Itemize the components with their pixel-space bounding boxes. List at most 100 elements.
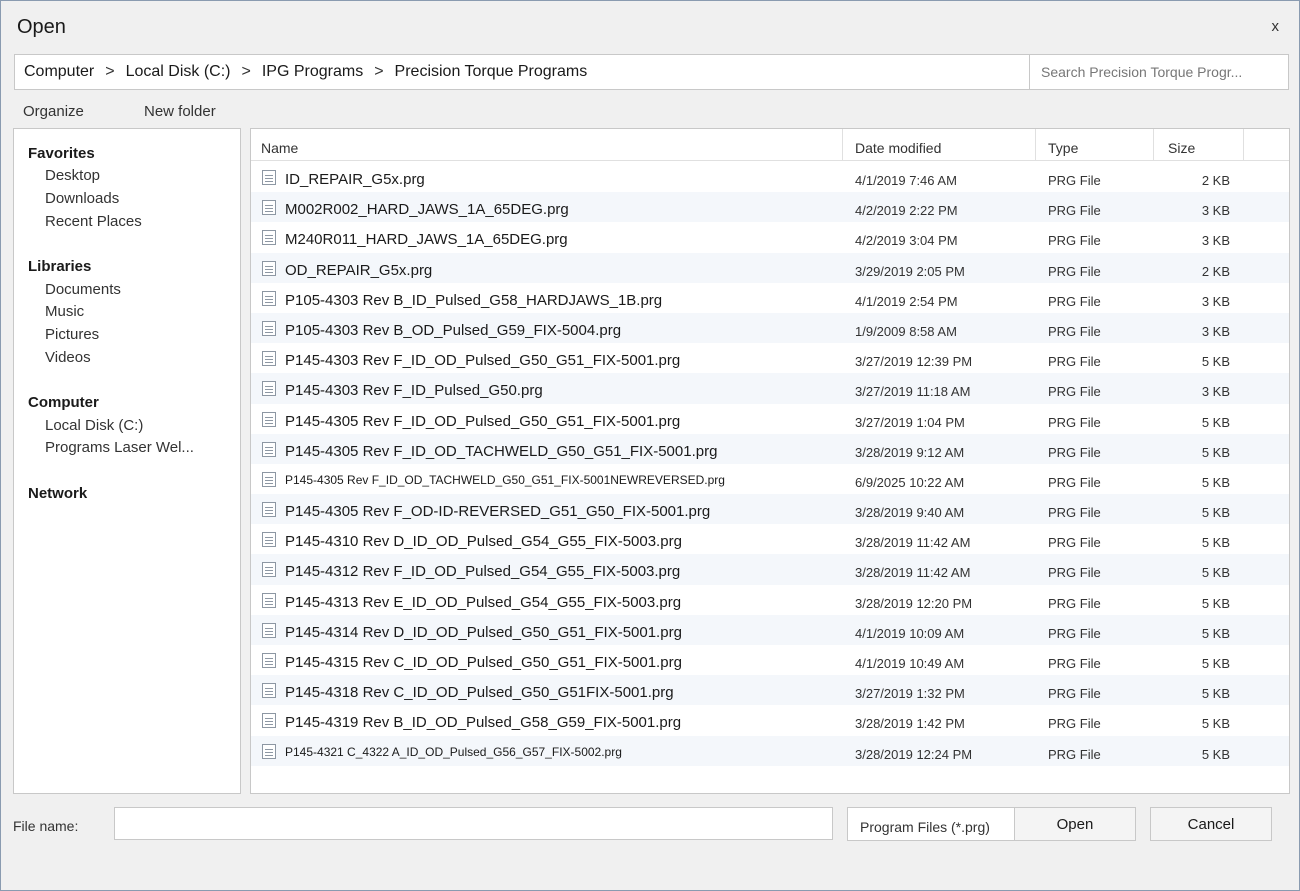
document-icon — [262, 471, 276, 487]
nav-item-music[interactable]: Music — [45, 303, 84, 320]
column-header-date-modified[interactable]: Date modified — [843, 129, 1036, 161]
document-icon — [262, 170, 276, 185]
file-date-modified: 4/1/2019 10:09 AM — [855, 625, 965, 641]
new-folder-button[interactable]: New folder — [144, 103, 216, 120]
file-row[interactable]: P145-4303 Rev F_ID_Pulsed_G50.prg 3/27/20… — [251, 373, 1289, 404]
file-name: P105-4303 Rev B_ID_Pulsed_G58_HARDJAWS_1… — [285, 291, 663, 309]
document-icon — [262, 743, 276, 759]
file-row[interactable]: M240R011_HARD_JAWS_1A_65DEG.prg 4/2/2019 … — [251, 222, 1289, 252]
nav-item-documents[interactable]: Documents — [45, 281, 121, 298]
file-row[interactable]: P145-4318 Rev C_ID_OD_Pulsed_G50_G51FIX-… — [251, 675, 1289, 706]
file-date-modified: 3/27/2019 11:18 AM — [855, 384, 971, 400]
file-date-modified: 3/27/2019 1:32 PM — [855, 686, 965, 702]
breadcrumb[interactable]: Computer > Local Disk (C:) > IPG Program… — [14, 54, 1030, 90]
file-type: PRG File — [1048, 535, 1101, 551]
file-row[interactable]: OD_REPAIR_G5x.prg 3/29/2019 2:05 PM PRG Fi… — [251, 252, 1289, 283]
nav-item-local-disk[interactable]: Local Disk (C:) — [45, 417, 143, 434]
file-date-modified: 4/1/2019 2:54 PM — [855, 293, 958, 309]
file-row[interactable]: P145-4319 Rev B_ID_OD_Pulsed_G58_G59_FIX… — [251, 705, 1289, 735]
nav-group-network[interactable]: Network — [28, 485, 87, 502]
file-name: P145-4318 Rev C_ID_OD_Pulsed_G50_G51FIX-… — [285, 684, 674, 702]
file-name-input[interactable] — [114, 807, 833, 840]
breadcrumb-ipg-programs[interactable]: IPG Programs — [262, 63, 363, 81]
file-type: PRG File — [1048, 414, 1101, 430]
nav-item-videos[interactable]: Videos — [45, 349, 91, 366]
nav-group-favorites[interactable]: Favorites — [28, 145, 95, 162]
document-icon — [262, 320, 276, 336]
file-type: PRG File — [1048, 474, 1101, 490]
file-row[interactable]: P145-4314 Rev D_ID_OD_Pulsed_G50_G51_FIX… — [251, 614, 1289, 645]
file-row[interactable]: M002R002_HARD_JAWS_1A_65DEG.prg 4/2/2019 … — [251, 192, 1289, 223]
search-box — [1029, 54, 1289, 90]
file-date-modified: 3/28/2019 9:12 AM — [855, 444, 965, 460]
file-row[interactable]: P105-4303 Rev B_OD_Pulsed_G59_FIX-5004.p… — [251, 312, 1289, 344]
nav-item-pictures[interactable]: Pictures — [45, 326, 99, 343]
open-button[interactable]: Open — [1014, 807, 1136, 841]
file-type: PRG File — [1048, 444, 1101, 460]
file-date-modified: 3/28/2019 1:42 PM — [855, 716, 965, 732]
file-date-modified: 4/1/2019 7:46 AM — [855, 173, 957, 188]
file-size: 5 KB — [1201, 474, 1230, 490]
search-input[interactable] — [1041, 64, 1281, 80]
organize-button[interactable]: Organize — [23, 103, 84, 120]
file-date-modified: 1/9/2009 8:58 AM — [855, 323, 957, 339]
file-row[interactable]: ID_REPAIR_G5x.prg 4/1/2019 7:46 AM PRG Fil… — [251, 162, 1289, 192]
nav-item-programs-laser-wel[interactable]: Programs Laser Wel... — [45, 439, 194, 456]
document-icon — [262, 532, 276, 548]
file-name: P145-4305 Rev F_ID_OD_Pulsed_G50_G51_FIX… — [285, 412, 681, 430]
nav-group-computer[interactable]: Computer — [28, 394, 99, 411]
cancel-button[interactable]: Cancel — [1150, 807, 1272, 841]
file-row[interactable]: P145-4310 Rev D_ID_OD_Pulsed_G54_G55_FIX… — [251, 524, 1289, 554]
file-row[interactable]: P145-4303 Rev F_ID_OD_Pulsed_G50_G51_FIX… — [251, 343, 1289, 373]
file-name: P145-4303 Rev F_ID_Pulsed_G50.prg — [285, 382, 543, 400]
file-row[interactable]: P145-4305 Rev F_ID_OD_TACHWELD_G50_G51_F… — [251, 433, 1289, 464]
breadcrumb-computer[interactable]: Computer — [24, 63, 94, 81]
document-icon — [262, 290, 276, 306]
file-size: 5 KB — [1201, 625, 1230, 641]
file-type: PRG File — [1048, 595, 1101, 611]
column-header-type[interactable]: Type — [1036, 129, 1154, 161]
column-header-name[interactable]: Name — [251, 129, 843, 161]
file-size: 5 KB — [1201, 716, 1230, 732]
file-size: 5 KB — [1201, 444, 1230, 460]
navigation-pane: Favorites Desktop Downloads Recent Place… — [13, 128, 241, 794]
file-date-modified: 3/28/2019 11:42 AM — [855, 565, 971, 581]
file-row[interactable]: P145-4313 Rev E_ID_OD_Pulsed_G54_G55_FIX… — [251, 585, 1289, 615]
file-date-modified: 3/28/2019 12:24 PM — [855, 746, 973, 762]
file-type: PRG File — [1048, 384, 1101, 400]
file-name: P145-4321 C_4322 A_ID_OD_Pulsed_G56_G57_… — [285, 744, 622, 759]
document-icon — [262, 592, 276, 608]
file-row[interactable]: P145-4305 Rev F_ID_OD_TACHWELD_G50_G51_F… — [251, 464, 1289, 494]
file-type: PRG File — [1048, 625, 1101, 641]
document-icon — [262, 683, 276, 699]
document-icon — [262, 441, 276, 457]
nav-item-recent-places[interactable]: Recent Places — [45, 213, 142, 230]
nav-item-downloads[interactable]: Downloads — [45, 190, 119, 207]
document-icon — [262, 230, 276, 246]
file-size: 3 KB — [1201, 233, 1230, 249]
file-size: 5 KB — [1201, 535, 1230, 551]
file-row[interactable]: P145-4312 Rev F_ID_OD_Pulsed_G54_G55_FIX… — [251, 554, 1289, 585]
file-row[interactable]: P145-4315 Rev C_ID_OD_Pulsed_G50_G51_FIX… — [251, 645, 1289, 675]
file-row[interactable]: P145-4321 C_4322 A_ID_OD_Pulsed_G56_G57_… — [251, 735, 1289, 766]
file-type: PRG File — [1048, 173, 1101, 188]
file-type: PRG File — [1048, 323, 1101, 339]
breadcrumb-local-disk[interactable]: Local Disk (C:) — [126, 63, 231, 81]
file-row[interactable]: P105-4303 Rev B_ID_Pulsed_G58_HARDJAWS_1… — [251, 283, 1289, 313]
file-name: M002R002_HARD_JAWS_1A_65DEG.prg — [285, 201, 569, 219]
dialog-title: Open — [17, 16, 66, 38]
file-row[interactable]: P145-4305 Rev F_OD-ID-REVERSED_G51_G50_F… — [251, 494, 1289, 525]
file-type-filter[interactable]: Program Files (*.prg) — [847, 807, 1015, 841]
breadcrumb-precision-torque-programs[interactable]: Precision Torque Programs — [395, 63, 588, 81]
document-icon — [262, 351, 276, 367]
file-size: 2 KB — [1201, 263, 1230, 279]
file-row[interactable]: P145-4305 Rev F_ID_OD_Pulsed_G50_G51_FIX… — [251, 404, 1289, 434]
file-name: ID_REPAIR_G5x.prg — [285, 171, 425, 188]
column-header-size[interactable]: Size — [1154, 129, 1244, 161]
close-button[interactable]: x — [1272, 18, 1280, 35]
file-list: Name Date modified Type Size ID_REPAIR_G… — [250, 128, 1290, 794]
nav-item-desktop[interactable]: Desktop — [45, 167, 100, 184]
nav-group-libraries[interactable]: Libraries — [28, 258, 91, 275]
document-icon — [262, 381, 276, 397]
document-icon — [262, 562, 276, 578]
